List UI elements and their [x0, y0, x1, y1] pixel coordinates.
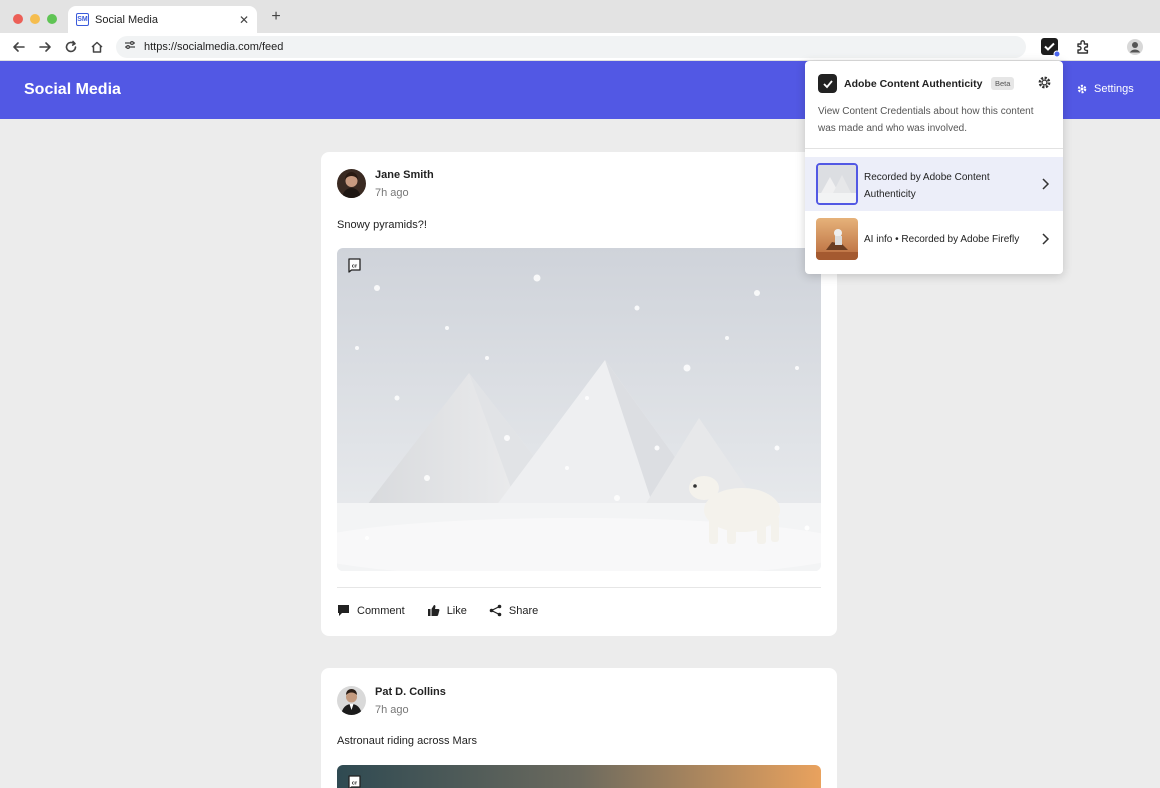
url-text: https://socialmedia.com/feed — [144, 41, 284, 53]
thumbs-up-icon — [427, 605, 440, 616]
svg-text:cr: cr — [352, 263, 358, 269]
extensions-puzzle-icon[interactable] — [1074, 37, 1094, 57]
credential-item[interactable]: AI info • Recorded by Adobe Firefly — [805, 212, 1063, 266]
close-window-button[interactable] — [13, 14, 23, 24]
share-button[interactable]: Share — [489, 604, 538, 617]
content-credentials-icon[interactable]: cr — [347, 775, 362, 788]
avatar[interactable] — [337, 169, 366, 198]
site-settings-icon[interactable] — [124, 38, 136, 56]
minimize-window-button[interactable] — [30, 14, 40, 24]
post-card: Jane Smith 7h ago Snowy pyramids?! cr Co… — [321, 152, 837, 636]
post-caption: Snowy pyramids?! — [337, 219, 427, 231]
tab-title: Social Media — [95, 13, 158, 26]
chevron-right-icon — [1041, 232, 1050, 250]
popup-settings-gear-icon[interactable] — [1037, 75, 1052, 95]
svg-text:cr: cr — [352, 780, 358, 786]
content-credentials-icon[interactable]: cr — [347, 258, 362, 273]
gear-icon — [1077, 84, 1087, 94]
post-time: 7h ago — [375, 704, 409, 716]
post-image[interactable]: cr — [337, 765, 821, 788]
like-button[interactable]: Like — [427, 604, 467, 617]
content-authenticity-extension-button[interactable] — [1040, 37, 1060, 57]
post-caption: Astronaut riding across Mars — [337, 735, 477, 747]
tab-close-icon[interactable]: ✕ — [239, 13, 249, 27]
address-bar[interactable]: https://socialmedia.com/feed — [116, 36, 1026, 58]
post-divider — [337, 587, 821, 588]
home-icon[interactable] — [88, 38, 106, 56]
chevron-right-icon — [1041, 177, 1050, 195]
credential-item[interactable]: Recorded by Adobe Content Authenticity — [805, 157, 1063, 211]
popup-title: Adobe Content Authenticity — [844, 78, 983, 90]
comment-button[interactable]: Comment — [337, 604, 405, 617]
maximize-window-button[interactable] — [47, 14, 57, 24]
back-arrow-icon[interactable] — [10, 38, 28, 56]
post-author[interactable]: Pat D. Collins — [375, 686, 446, 698]
browser-tab[interactable]: SM Social Media ✕ — [68, 6, 257, 33]
avatar[interactable] — [337, 686, 366, 715]
favicon-icon: SM — [76, 13, 89, 26]
content-authenticity-popup: Adobe Content Authenticity Beta View Con… — [805, 61, 1063, 274]
comment-icon — [338, 605, 349, 616]
browser-tab-bar: SM Social Media ✕ + — [0, 0, 1160, 33]
credential-thumbnail — [816, 163, 858, 205]
post-image[interactable]: cr — [337, 248, 821, 571]
settings-label: Settings — [1094, 83, 1134, 95]
like-label: Like — [446, 604, 467, 617]
credential-thumbnail — [816, 218, 858, 260]
browser-toolbar: https://socialmedia.com/feed — [0, 33, 1160, 61]
app-title[interactable]: Social Media — [24, 81, 121, 99]
share-icon — [489, 604, 502, 617]
settings-button[interactable]: Settings — [1076, 83, 1134, 95]
comment-label: Comment — [357, 604, 405, 617]
content-authenticity-extension-icon — [1041, 38, 1060, 57]
credential-label: Recorded by Adobe Content Authenticity — [864, 172, 990, 200]
share-label: Share — [508, 604, 539, 617]
popup-description: View Content Credentials about how this … — [818, 106, 1034, 134]
post-time: 7h ago — [375, 187, 409, 199]
content-authenticity-logo-icon — [818, 74, 837, 93]
post-actions: Comment Like Share — [337, 604, 538, 617]
reload-icon[interactable] — [62, 38, 80, 56]
beta-badge: Beta — [991, 77, 1015, 90]
credential-label: AI info • Recorded by Adobe Firefly — [864, 234, 1020, 245]
popup-divider — [805, 148, 1063, 149]
profile-icon[interactable] — [1125, 37, 1145, 57]
new-tab-icon[interactable]: + — [268, 8, 284, 26]
post-author[interactable]: Jane Smith — [375, 169, 434, 181]
post-card: Pat D. Collins 7h ago Astronaut riding a… — [321, 668, 837, 788]
forward-arrow-icon[interactable] — [36, 38, 54, 56]
